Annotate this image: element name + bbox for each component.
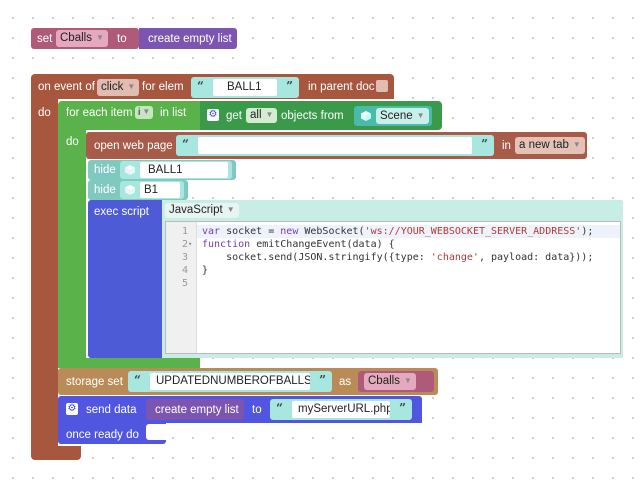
- hide-target-value-2[interactable]: B1: [140, 182, 180, 198]
- server-url-block[interactable]: “ myServerURL.php ”: [270, 399, 412, 420]
- line-number: 5: [181, 278, 188, 289]
- storage-value-dropdown[interactable]: Cballs ▼: [364, 373, 416, 390]
- in-list-label: in list: [160, 107, 187, 119]
- chevron-down-icon: ▼: [226, 205, 235, 214]
- close-quote-icon: ”: [399, 401, 406, 415]
- hide-target-block-1[interactable]: BALL1: [120, 161, 232, 179]
- send-payload-label: create empty list: [155, 404, 239, 416]
- fold-arrow-icon[interactable]: ▾: [188, 238, 192, 251]
- open-quote-icon: “: [197, 79, 204, 93]
- code-gutter: 1 2 ▾ 3 4 5: [166, 222, 197, 353]
- open-quote-icon: “: [182, 137, 189, 151]
- chevron-down-icon: ▼: [572, 140, 581, 149]
- code-line-4: }: [202, 265, 209, 276]
- close-quote-icon: ”: [319, 373, 326, 387]
- event-block-side: [31, 99, 58, 450]
- variable-name: Cballs: [60, 32, 92, 44]
- loop-block-side: [58, 130, 86, 366]
- chevron-down-icon: ▼: [127, 82, 136, 91]
- event-type-dropdown[interactable]: click ▼: [97, 79, 140, 96]
- event-type-value: click: [101, 81, 124, 93]
- code-line-2: function emitChangeEvent(data) {: [202, 239, 395, 250]
- create-empty-list-label: create empty list: [148, 33, 232, 45]
- url-text-block[interactable]: “ ”: [176, 135, 494, 156]
- cube-icon: [361, 111, 371, 121]
- hide-target-value-1[interactable]: BALL1: [140, 162, 228, 178]
- get-scope-value: all: [250, 109, 262, 121]
- scene-block[interactable]: Scene ▼: [354, 106, 432, 126]
- chevron-down-icon: ▼: [142, 107, 151, 116]
- gear-icon[interactable]: ⚙: [66, 403, 78, 415]
- send-payload-block[interactable]: create empty list: [146, 399, 244, 420]
- code-line-1: var socket = new WebSocket('ws://YOUR_WE…: [202, 226, 594, 237]
- storage-set-label: storage set: [66, 376, 123, 388]
- open-quote-icon: “: [276, 401, 283, 415]
- event-block-footer: [31, 446, 81, 460]
- create-empty-list-block[interactable]: create empty list: [139, 28, 237, 49]
- code-editor[interactable]: 1 2 ▾ 3 4 5 var socket = new WebSocket('…: [165, 221, 621, 354]
- hide-target-block-2[interactable]: B1: [120, 181, 184, 199]
- in-parent-doc-label: in parent doc: [308, 81, 375, 93]
- objects-from-label: objects from: [281, 110, 344, 122]
- url-value[interactable]: [198, 137, 472, 154]
- gear-icon[interactable]: ⚙: [207, 109, 219, 121]
- send-data-label: send data: [86, 404, 137, 416]
- language-value: JavaScript: [169, 204, 223, 216]
- scene-dropdown[interactable]: Scene ▼: [376, 108, 429, 124]
- for-each-label: for each item: [66, 107, 133, 119]
- storage-value: Cballs: [368, 375, 400, 387]
- open-quote-icon: “: [134, 373, 141, 387]
- once-ready-slot[interactable]: [146, 424, 166, 440]
- storage-key-block[interactable]: “ UPDATEDNUMBEROFBALLS ”: [128, 371, 332, 392]
- hide-label-1: hide: [94, 164, 116, 176]
- hide-label-2: hide: [94, 184, 116, 196]
- hide-target-text-2: B1: [144, 184, 159, 196]
- close-quote-icon: ”: [481, 137, 488, 151]
- hide-target-text-1: BALL1: [148, 164, 183, 176]
- set-label: set: [37, 33, 53, 45]
- scene-value: Scene: [380, 110, 413, 122]
- chevron-down-icon: ▼: [95, 33, 104, 42]
- close-quote-icon: ”: [286, 79, 293, 93]
- code-line-3: socket.send(JSON.stringify({type: 'chang…: [202, 252, 594, 263]
- open-web-page-label: open web page: [94, 140, 173, 152]
- parent-doc-checkbox[interactable]: [376, 80, 388, 92]
- variable-dropdown[interactable]: Cballs ▼: [56, 30, 108, 47]
- storage-key-value[interactable]: UPDATEDNUMBEROFBALLS: [150, 373, 310, 390]
- loop-do-label: do: [66, 136, 79, 148]
- language-dropdown[interactable]: JavaScript ▼: [165, 203, 239, 218]
- item-var-dropdown[interactable]: i ▼: [135, 106, 154, 119]
- send-to-label: to: [252, 404, 262, 416]
- element-text-block[interactable]: “ BALL1 ”: [191, 77, 299, 98]
- loop-block-footer: [58, 358, 200, 368]
- get-label: get: [226, 110, 242, 122]
- in-label: in: [502, 140, 511, 152]
- chevron-down-icon: ▼: [403, 376, 412, 385]
- set-variable-block[interactable]: set Cballs ▼ to: [31, 28, 139, 49]
- line-number: 3: [181, 252, 188, 263]
- chevron-down-icon: ▼: [416, 111, 425, 120]
- target-value: a new tab: [519, 139, 569, 151]
- line-number: 1: [181, 226, 188, 237]
- storage-value-block[interactable]: Cballs ▼: [358, 371, 434, 392]
- on-event-label: on event of: [38, 81, 95, 93]
- server-url-value[interactable]: myServerURL.php: [292, 401, 390, 418]
- to-label: to: [117, 33, 127, 45]
- element-value[interactable]: BALL1: [213, 79, 277, 96]
- once-ready-label: once ready do: [66, 429, 139, 441]
- item-var-value: i: [138, 106, 141, 118]
- line-number: 4: [181, 265, 188, 276]
- as-label: as: [339, 376, 352, 388]
- get-scope-dropdown[interactable]: all ▼: [246, 108, 278, 123]
- exec-script-label: exec script: [94, 206, 149, 218]
- cube-icon: [125, 165, 135, 175]
- event-do-label: do: [38, 107, 51, 119]
- for-elem-label: for elem: [142, 81, 184, 93]
- cube-icon: [125, 185, 135, 195]
- chevron-down-icon: ▼: [265, 110, 274, 119]
- target-dropdown[interactable]: a new tab ▼: [515, 137, 585, 154]
